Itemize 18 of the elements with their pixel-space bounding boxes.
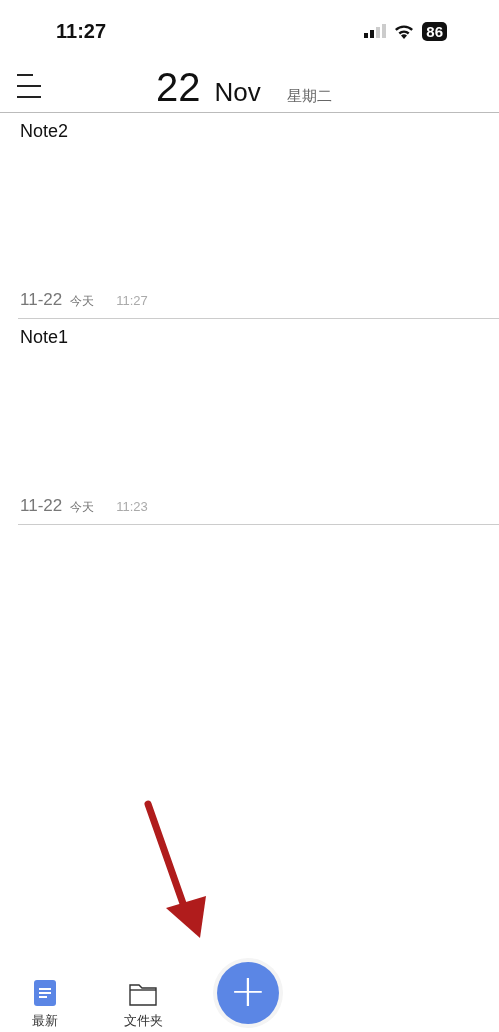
menu-icon[interactable]: [16, 74, 42, 98]
tab-label[interactable]: 文件夹: [123, 1012, 163, 1030]
header-weekday: 星期二: [286, 86, 332, 106]
note-time: 11:23: [116, 499, 148, 514]
note-date: 11-22: [20, 496, 63, 516]
tab-label[interactable]: 最新: [32, 1012, 58, 1030]
note-day-label: 今天: [70, 293, 95, 310]
status-time: 11:27: [56, 19, 107, 43]
wifi-icon: [394, 23, 415, 39]
signal-icon: [364, 24, 387, 38]
note-time: 11:27: [116, 293, 148, 308]
note-day-label: 今天: [70, 499, 95, 516]
header-day: 22: [156, 64, 201, 110]
note-title[interactable]: Note1: [20, 327, 499, 348]
note-date: 11-22: [20, 290, 63, 310]
header-month: Nov: [214, 76, 261, 108]
battery-level: 86: [422, 21, 447, 41]
note-title[interactable]: Note2: [20, 121, 499, 142]
